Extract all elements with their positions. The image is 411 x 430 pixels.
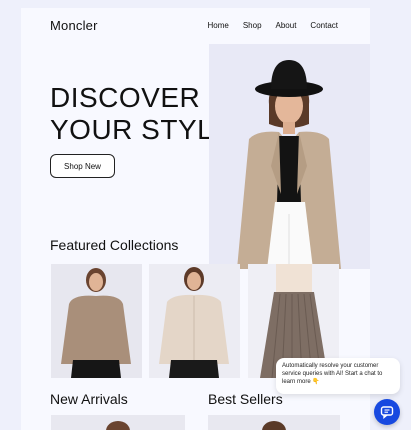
nav-contact[interactable]: Contact bbox=[310, 21, 338, 30]
hero-title-line2: YOUR STYLE bbox=[50, 114, 233, 145]
product-tile-sweater[interactable] bbox=[51, 264, 142, 378]
best-sellers-heading: Best Sellers bbox=[208, 391, 283, 407]
sweater-image bbox=[51, 264, 142, 378]
new-arrival-illustration bbox=[51, 415, 185, 430]
shirt-image bbox=[149, 264, 240, 378]
top-nav: Moncler Home Shop About Contact bbox=[21, 8, 370, 46]
nav-home[interactable]: Home bbox=[207, 21, 228, 30]
new-arrivals-heading: New Arrivals bbox=[50, 391, 128, 407]
shop-new-button[interactable]: Shop New bbox=[50, 154, 115, 178]
best-seller-product-image[interactable] bbox=[208, 415, 340, 430]
nav-shop[interactable]: Shop bbox=[243, 21, 262, 30]
hero-model-image bbox=[209, 44, 370, 269]
hero-title: DISCOVER YOUR STYLE bbox=[50, 82, 232, 146]
featured-collections-heading: Featured Collections bbox=[50, 237, 179, 253]
hero-title-line1: DISCOVER bbox=[50, 82, 201, 113]
chat-bubble-icon bbox=[380, 406, 394, 419]
product-tile-shirt[interactable] bbox=[149, 264, 240, 378]
nav-about[interactable]: About bbox=[276, 21, 297, 30]
brand-logo[interactable]: Moncler bbox=[50, 18, 98, 33]
chat-prompt-bubble[interactable]: Automatically resolve your customer serv… bbox=[276, 358, 400, 394]
hero-model-illustration bbox=[209, 44, 370, 269]
nav-links: Home Shop About Contact bbox=[207, 21, 338, 30]
new-arrival-product-image[interactable] bbox=[51, 415, 185, 430]
best-seller-illustration bbox=[208, 415, 340, 430]
chat-launcher-button[interactable] bbox=[374, 399, 400, 425]
